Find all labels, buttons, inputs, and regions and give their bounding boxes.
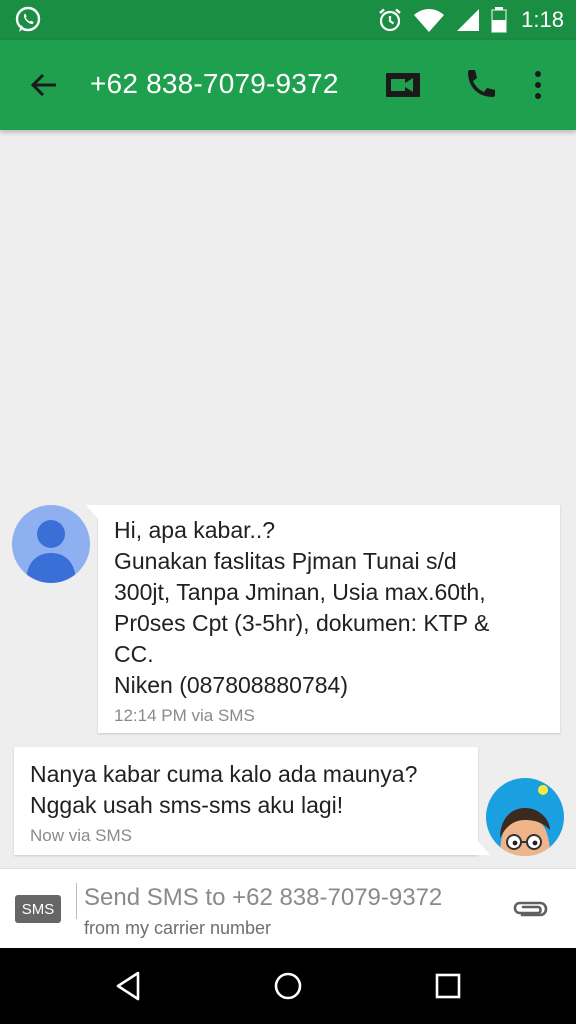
app-bar: +62 838-7079-9372 [0,40,576,130]
outgoing-message[interactable]: Nanya kabar cuma kalo ada maunya? Nggak … [14,747,490,855]
battery-icon [491,7,507,33]
compose-bar: SMS Send SMS to +62 838-7079-9372 from m… [0,868,576,948]
message-line: Nanya kabar cuma kalo ada maunya? [30,761,418,787]
more-vert-icon[interactable] [526,67,550,103]
back-nav-icon[interactable] [110,968,146,1004]
carrier-hint: from my carrier number [84,918,272,938]
message-line: Hi, apa kabar..? [114,517,276,543]
message-line: Niken (087808880784) [114,672,349,698]
message-timestamp: 12:14 PM via SMS [114,706,255,725]
message-list[interactable]: Hi, apa kabar..? Gunakan faslitas Pjman … [0,130,576,868]
alarm-icon [379,8,401,32]
sms-badge: SMS [15,895,61,923]
incoming-message[interactable]: Hi, apa kabar..? Gunakan faslitas Pjman … [86,505,560,733]
recents-nav-icon[interactable] [430,968,466,1004]
message-line: 300jt, Tanpa Jminan, Usia max.60th, [114,579,486,605]
conversation-title: +62 838-7079-9372 [90,68,339,99]
status-bar: 1:18 [0,0,576,40]
message-line: Nggak usah sms-sms aku lagi! [30,792,344,818]
cartoon-face-icon [500,781,550,856]
compose-divider [76,883,77,919]
person-icon [26,520,76,583]
message-line: Gunakan faslitas Pjman Tunai s/d [114,548,457,574]
message-line: Pr0ses Cpt (3-5hr), dokumen: KTP & [114,610,490,636]
whatsapp-icon [15,6,41,32]
home-nav-icon[interactable] [270,968,306,1004]
attach-icon[interactable] [512,895,550,925]
signal-icon [457,9,480,31]
contact-avatar[interactable] [12,505,90,583]
message-line: CC. [114,641,154,667]
message-timestamp: Now via SMS [30,826,133,845]
system-nav-bar [0,948,576,1024]
phone-icon[interactable] [462,67,498,103]
message-input[interactable]: Send SMS to +62 838-7079-9372 [84,884,442,912]
self-avatar[interactable] [486,778,564,856]
status-time: 1:18 [521,7,564,32]
wifi-icon [414,9,445,32]
back-arrow-icon[interactable] [26,67,62,103]
video-call-icon[interactable] [384,67,422,103]
